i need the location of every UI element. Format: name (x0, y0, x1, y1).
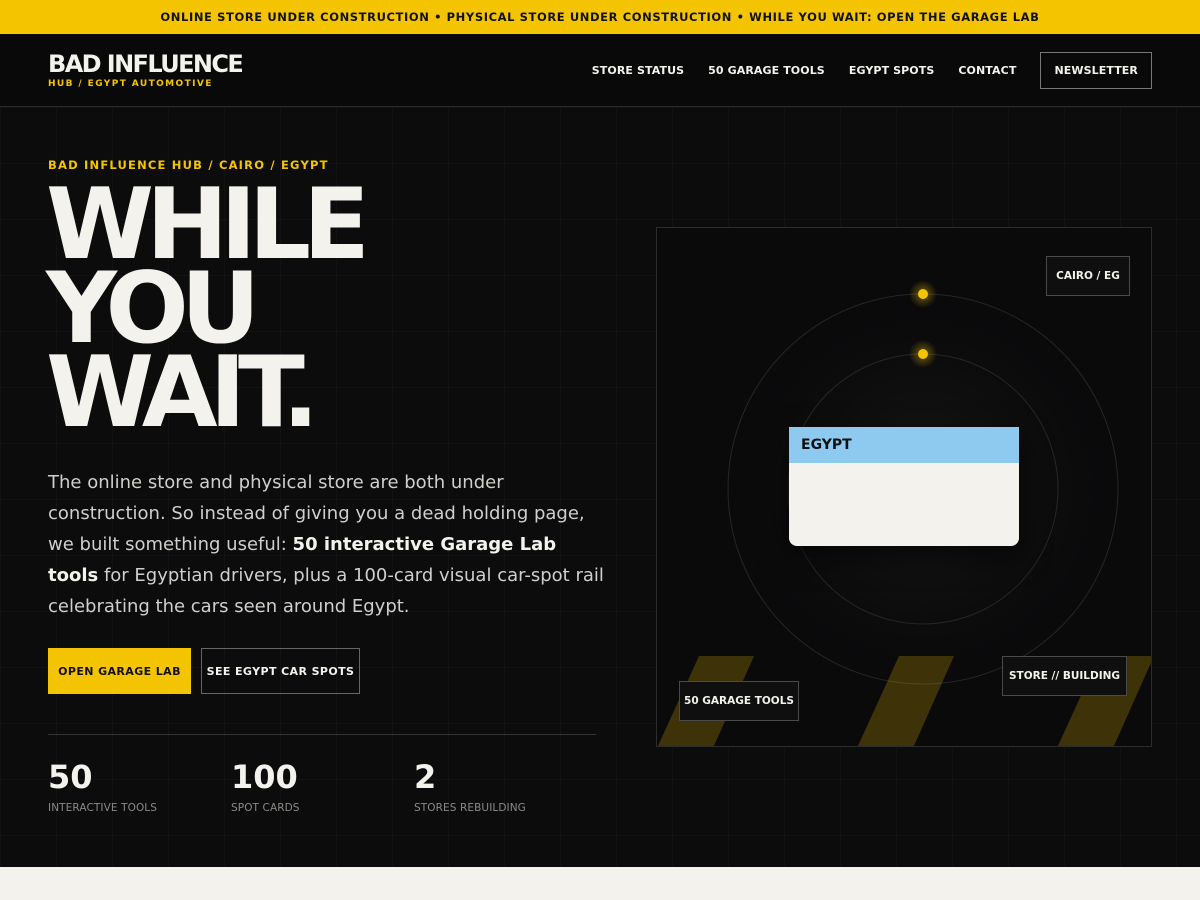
stat-label: SPOT CARDS (231, 802, 300, 814)
stat-stores-rebuilding: 2 STORES REBUILDING (414, 758, 526, 814)
brand-name: BAD INFLUENCE (48, 50, 244, 78)
brand-tagline: HUB / EGYPT AUTOMOTIVE (48, 79, 213, 89)
stat-label: STORES REBUILDING (414, 802, 526, 814)
nav-link-store-status[interactable]: STORE STATUS (592, 64, 684, 77)
stats-divider (48, 734, 596, 735)
nav-link-egypt-spots[interactable]: EGYPT SPOTS (849, 64, 935, 77)
announcement-text: ONLINE STORE UNDER CONSTRUCTION • PHYSIC… (160, 10, 1040, 24)
stat-value: 2 (414, 758, 437, 796)
stat-interactive-tools: 50 INTERACTIVE TOOLS (48, 758, 157, 814)
stat-spot-cards: 100 SPOT CARDS (231, 758, 300, 814)
egypt-spot-card[interactable]: EGYPT (789, 427, 1019, 546)
nav-link-contact[interactable]: CONTACT (958, 64, 1016, 77)
hero-visual-panel: CAIRO / EG EGYPT 50 GARAGE TOOLS STORE /… (656, 227, 1152, 747)
location-tag: CAIRO / EG (1046, 256, 1130, 296)
hero-headline: WHILE YOU WAIT. (46, 176, 606, 450)
stat-value: 50 (48, 758, 93, 796)
intro-text-end: for Egyptian drivers, plus a 100-card vi… (48, 565, 604, 617)
newsletter-button[interactable]: NEWSLETTER (1040, 52, 1152, 89)
stat-value: 100 (231, 758, 298, 796)
open-garage-lab-button[interactable]: OPEN GARAGE LAB (48, 648, 191, 694)
see-egypt-car-spots-button[interactable]: SEE EGYPT CAR SPOTS (201, 648, 360, 694)
store-building-tag: STORE // BUILDING (1002, 656, 1127, 696)
main-nav: STORE STATUS 50 GARAGE TOOLS EGYPT SPOTS… (568, 52, 1152, 89)
hero-intro: The online store and physical store are … (48, 467, 608, 622)
next-section-edge (0, 867, 1200, 900)
announcement-bar: ONLINE STORE UNDER CONSTRUCTION • PHYSIC… (0, 0, 1200, 34)
site-header: BAD INFLUENCE HUB / EGYPT AUTOMOTIVE STO… (0, 34, 1200, 107)
orbit-dot-outer (918, 289, 928, 299)
nav-link-garage-tools[interactable]: 50 GARAGE TOOLS (708, 64, 825, 77)
card-title: EGYPT (789, 427, 1019, 463)
brand-logo[interactable]: BAD INFLUENCE HUB / EGYPT AUTOMOTIVE (48, 50, 244, 90)
stat-label: INTERACTIVE TOOLS (48, 802, 158, 814)
headline-line-3: WAIT. (46, 336, 319, 450)
hero-section: BAD INFLUENCE HUB / CAIRO / EGYPT WHILE … (0, 107, 1200, 867)
orbit-dot-inner (918, 349, 928, 359)
garage-tools-tag: 50 GARAGE TOOLS (679, 681, 799, 721)
